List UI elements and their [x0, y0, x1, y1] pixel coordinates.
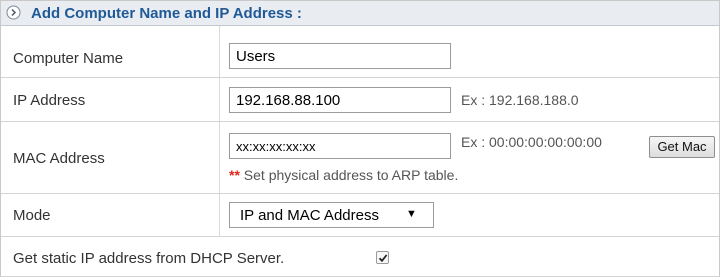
mac-address-example: Ex : 00:00:00:00:00:00: [461, 134, 602, 150]
mode-selected-value: IP and MAC Address: [240, 207, 379, 224]
row-divider: [1, 77, 719, 78]
add-computer-panel: Add Computer Name and IP Address : Compu…: [0, 0, 720, 277]
caret-down-icon: ▼: [406, 208, 417, 220]
mac-address-input[interactable]: [229, 133, 451, 159]
panel-header: Add Computer Name and IP Address :: [1, 1, 719, 26]
row-divider: [1, 236, 719, 237]
column-divider: [219, 26, 220, 236]
dhcp-static-ip-label: Get static IP address from DHCP Server.: [13, 250, 285, 267]
ip-address-example: Ex : 192.168.188.0: [461, 92, 579, 108]
required-marker: **: [229, 167, 240, 183]
mode-label: Mode: [13, 207, 51, 224]
mode-select[interactable]: IP and MAC Address ▼: [229, 202, 434, 228]
chevron-right-circle-icon: [6, 5, 21, 20]
mac-address-note-text: Set physical address to ARP table.: [239, 167, 459, 183]
panel-title: Add Computer Name and IP Address :: [31, 5, 302, 22]
row-divider: [1, 276, 719, 277]
row-divider: [1, 193, 719, 194]
computer-name-label: Computer Name: [13, 50, 124, 67]
mac-address-label: MAC Address: [13, 150, 105, 167]
ip-address-input[interactable]: [229, 87, 451, 113]
checkmark-icon: [378, 254, 388, 263]
mac-address-note: ** Set physical address to ARP table.: [229, 167, 458, 183]
row-divider: [1, 121, 719, 122]
ip-address-label: IP Address: [13, 92, 86, 109]
computer-name-input[interactable]: [229, 43, 451, 69]
dhcp-static-ip-checkbox[interactable]: [376, 251, 389, 264]
get-mac-button[interactable]: Get Mac: [649, 136, 715, 158]
